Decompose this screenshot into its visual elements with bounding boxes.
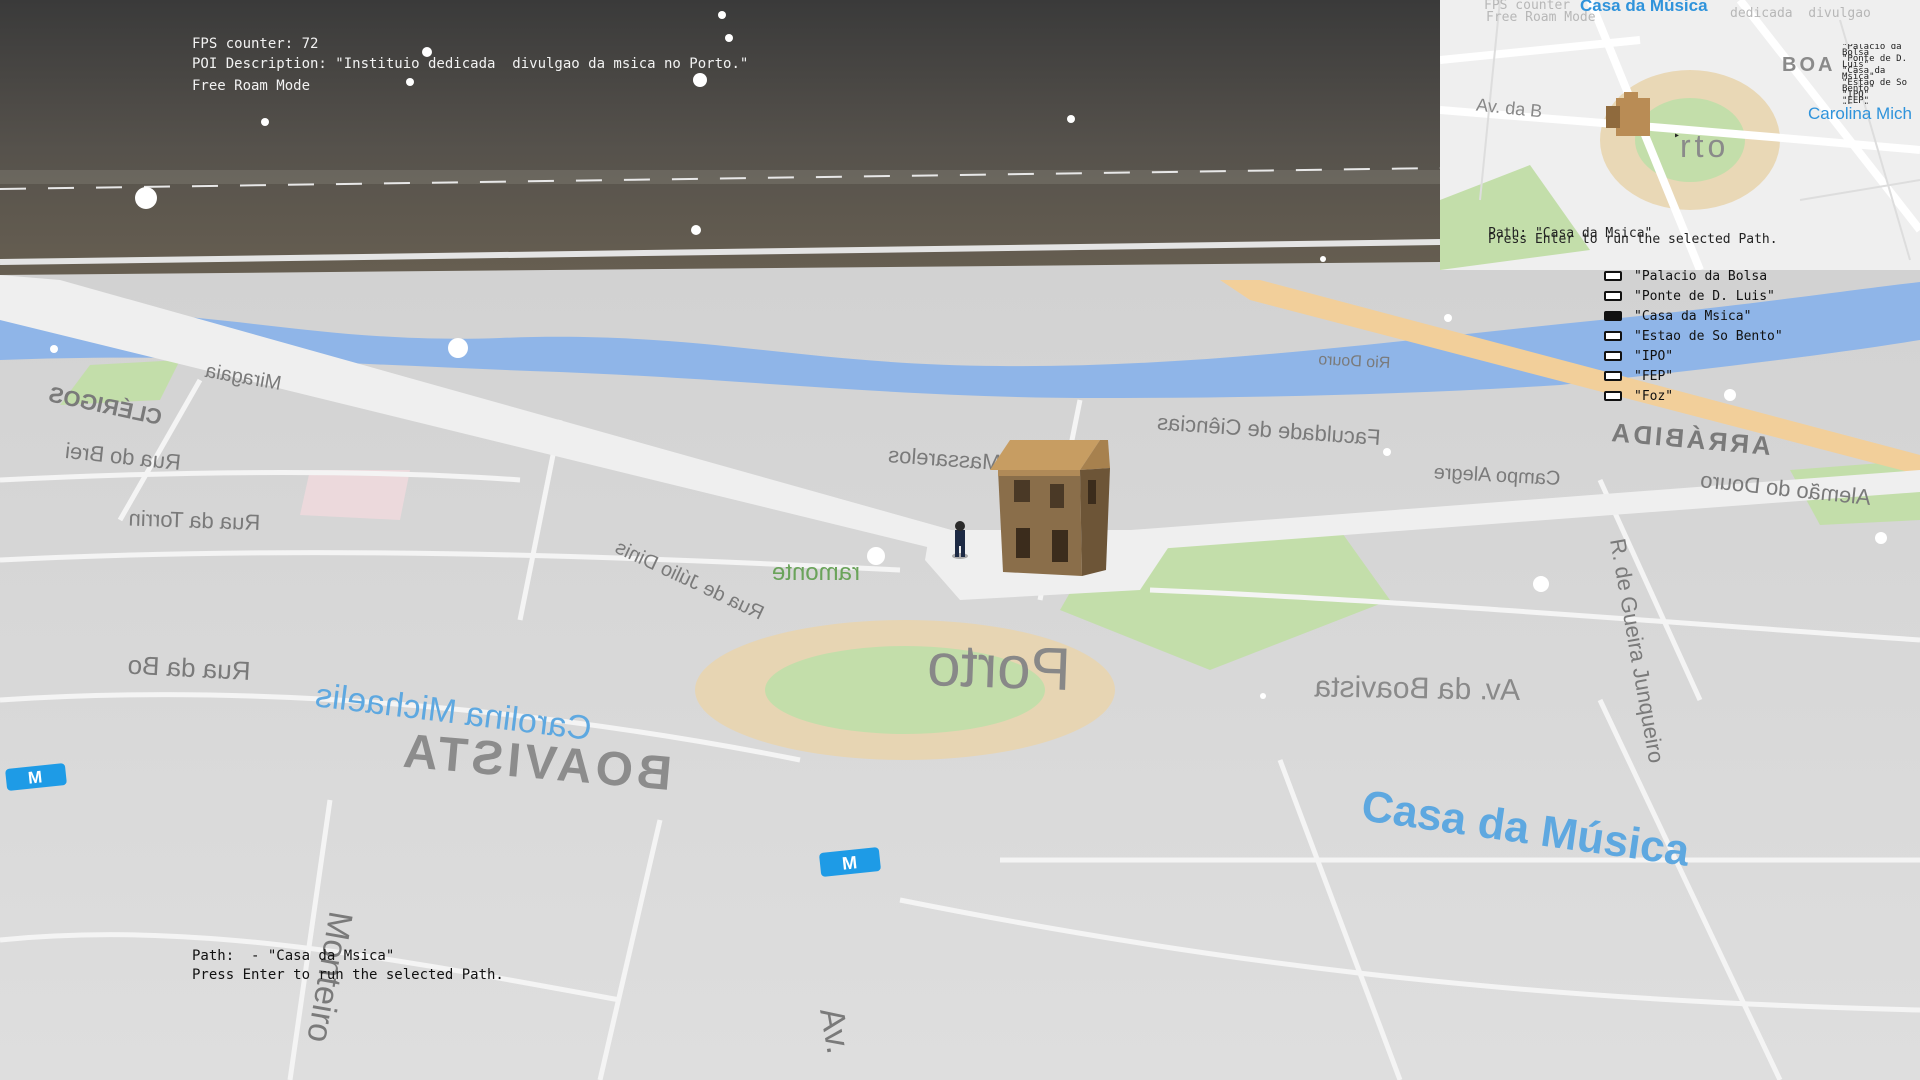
map-label-rua-boa: Rua da Bo [127,650,251,686]
path-option-label: "Estao de So Bento" [1634,328,1783,344]
path-option-label: "FEP" [1634,368,1674,384]
minimap-label-casa: Casa da Música [1580,0,1708,15]
minimap[interactable]: ▸ FPS counter Free Roam Mode dedicada di… [1440,0,1920,270]
path-option-label: "Casa da Msica" [1634,308,1752,324]
fps-counter: FPS counter: 72 [192,36,319,52]
minimap-stacked-list: "Palacio da Bolsa "Ponte de D. Luis" "Casa… [1842,44,1912,104]
minimap-label-boavista: BOA [1782,54,1836,76]
enter-hint: Press Enter to run the selected Path. [192,967,504,983]
map-label-rua-torrinha: Rua da Torrin [128,505,260,535]
selected-path-label: Path: - "Casa da Msica" [192,948,395,964]
path-option[interactable]: "Casa da Msica" [1604,306,1783,326]
path-checkbox[interactable] [1604,331,1622,341]
path-option-label: "Palacio da Bolsa [1634,268,1768,284]
poi-description: POI Description: "Instituio dedicada div… [192,56,749,72]
map-label-porto: Porto [926,631,1072,703]
map-label-av: Av. [812,1005,857,1057]
path-checkbox[interactable] [1604,391,1622,401]
pink-block [300,470,410,520]
minimap-label-carolina: Carolina Mich [1808,104,1912,123]
minimap-label-porto: rto [1680,128,1730,164]
camera-mode-label: Free Roam Mode [192,78,311,94]
path-checkbox[interactable] [1604,371,1622,381]
path-checkbox[interactable] [1604,311,1622,321]
minimap-ghost-desc: dedicada divulgao [1730,6,1871,21]
map-label-ramonte: ramonte [772,559,860,586]
path-option[interactable]: "Estao de So Bento" [1604,326,1783,346]
path-option[interactable]: "Foz" [1604,386,1783,406]
map-label-av-boavista: Av. da Boavista [1314,670,1521,707]
path-checkbox[interactable] [1604,291,1622,301]
path-option[interactable]: "Ponte de D. Luis" [1604,286,1783,306]
path-option-label: "IPO" [1634,348,1674,364]
svg-text:M: M [841,852,858,873]
path-option[interactable]: "Palacio da Bolsa [1604,266,1783,286]
path-option[interactable]: "FEP" [1604,366,1783,386]
path-selection-list: "Palacio da Bolsa "Ponte de D. Luis" "Casa… [1604,266,1783,406]
svg-text:M: M [27,767,43,787]
path-option-label: "Foz" [1634,388,1674,404]
poi-building-model[interactable] [990,440,1110,576]
path-checkbox[interactable] [1604,351,1622,361]
path-option-label: "Ponte de D. Luis" [1634,288,1775,304]
path-option[interactable]: "IPO" [1604,346,1783,366]
path-checkbox[interactable] [1604,271,1622,281]
minimap-enter-hint: Press Enter to run the selected Path. [1488,232,1778,247]
